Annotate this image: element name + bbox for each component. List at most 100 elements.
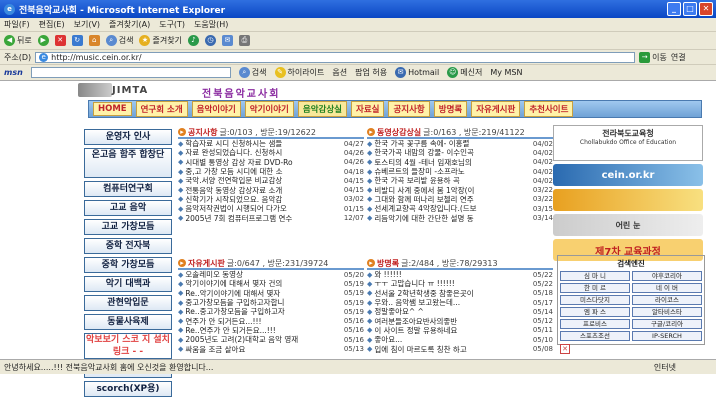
sidebar-item-instrument-encyclopedia[interactable]: 악기 대백과	[84, 276, 172, 292]
sidebar-item-computer-study[interactable]: 컴퓨터연구회	[84, 181, 172, 197]
nav-guestbook[interactable]: 방명록	[433, 101, 468, 117]
banner-3[interactable]: 어린 눈	[553, 214, 703, 236]
sidebar-item-score-plugin[interactable]: 악보보기 스코 지 설치 링크 - -	[84, 333, 172, 359]
list-item[interactable]: ◆ 싸움을 조금 살아요 05/13	[178, 344, 364, 354]
msn-search-button[interactable]: ⌕ 검색	[238, 67, 267, 78]
home-button[interactable]: ⌂	[88, 35, 100, 46]
list-item[interactable]: ◆ 신학기가 시작되었으요. 음악감 03/02	[178, 195, 364, 204]
list-item[interactable]: ◆ ㅜㅜ 고맙습니다 ㅠ !!!!!! 05/22	[367, 279, 553, 288]
nav-notice[interactable]: 공지사항	[388, 101, 430, 117]
links-label[interactable]: 연결	[671, 52, 686, 63]
forward-button[interactable]: ▶	[37, 35, 49, 46]
list-item[interactable]: ◆ 2005년 7회 컴퓨터프로그램 연수 12/07	[178, 213, 364, 223]
list-item[interactable]: ◆ 우와.. 음악쌤 보고왔는데... 05/17	[367, 298, 553, 307]
nav-music-story[interactable]: 음악이야기	[191, 101, 241, 117]
list-item[interactable]: ◆ 자료 완성되었습니다. 신청하시 04/26	[178, 148, 364, 157]
mail-button[interactable]: ✉	[221, 35, 233, 46]
list-item[interactable]: ◆ Re..악기이야기에 대해서 몇자 05/19	[178, 289, 364, 298]
sidebar-item-scorchxp[interactable]: scorch(XP용)	[84, 381, 172, 397]
search-button[interactable]: ⌕ 검색	[105, 35, 133, 46]
search-engine-link[interactable]: 프로비스	[560, 319, 630, 329]
list-item[interactable]: ◆ 악기이야기에 대해서 몇자 건의 05/19	[178, 279, 364, 288]
cein-banner[interactable]: cein.or.kr	[553, 164, 703, 186]
list-item[interactable]: ◆ 좋아요... 05/10	[367, 335, 553, 344]
list-item[interactable]: ◆ 한국 가곡 보리밭 윤용하 곡 04/02	[367, 176, 553, 185]
list-item[interactable]: ◆ 한국 가곡 꽃구름 속에- 이홍렬 04/02	[367, 139, 553, 148]
list-item[interactable]: ◆ 이 사이트 정말 유용하네요 05/11	[367, 326, 553, 335]
sidebar-item-carnival-animals[interactable]: 동물사육제	[84, 314, 172, 330]
search-engine-link[interactable]: 알타비스타	[632, 307, 702, 317]
banner-2[interactable]	[553, 189, 703, 211]
list-item[interactable]: ◆ 연주가 안 되거든요...!!! 05/16	[178, 316, 364, 326]
print-button[interactable]: ⎙	[238, 35, 250, 46]
sidebar-item-middle-ebook[interactable]: 중학 전자북	[84, 238, 172, 254]
sidebar-item-greeting[interactable]: 운영자 인사	[84, 129, 172, 145]
msn-options-button[interactable]: 옵션	[332, 67, 347, 78]
sidebar-item-choir[interactable]: 온고음 함주 합창단	[84, 148, 172, 178]
search-engine-link[interactable]: 한 미 르	[560, 283, 630, 293]
search-engine-link[interactable]: 라이코스	[632, 295, 702, 305]
menu-favorites[interactable]: 즐겨찾기(A)	[109, 19, 150, 30]
close-icon[interactable]: ✕	[560, 344, 570, 354]
list-item[interactable]: ◆ 비발디 사계 중에서 봄 1악장(이 03/22	[367, 185, 553, 195]
nav-free-board[interactable]: 자유게시판	[471, 101, 521, 117]
list-item[interactable]: ◆ Re..중고가창모듬을 구입하고자 05/19	[178, 307, 364, 316]
menu-edit[interactable]: 편집(E)	[39, 19, 65, 30]
list-item[interactable]: ◆ 오솔레미오 동영상 05/20	[178, 270, 364, 279]
sidebar-item-orchestra-intro[interactable]: 관현악입문	[84, 295, 172, 311]
msn-search-input[interactable]	[30, 67, 231, 78]
list-item[interactable]: ◆ 토스티의 4월 -테너 임재호님의 04/02	[367, 158, 553, 167]
go-button[interactable]: → 이동	[639, 51, 667, 63]
history-button[interactable]: ◷	[204, 35, 216, 46]
msn-logo[interactable]: msn	[4, 68, 23, 77]
sidebar-item-high-singing[interactable]: 고교 가창모듬	[84, 219, 172, 235]
minimize-button[interactable]: _	[667, 2, 681, 16]
menu-file[interactable]: 파일(F)	[4, 19, 30, 30]
list-item[interactable]: ◆ 중,고 가창 모듬 시디에 대한 소 04/18	[178, 167, 364, 176]
media-button[interactable]: ♪	[187, 35, 199, 46]
search-engine-link[interactable]: IP-SERCH	[632, 331, 702, 341]
list-item[interactable]: ◆ 선서울 2학년학생중 참좋은곳이 05/18	[367, 289, 553, 298]
list-item[interactable]: ◆ 전통음악 동영상 감상자료 소개 04/15	[178, 185, 364, 195]
search-engine-link[interactable]: 네 이 버	[632, 283, 702, 293]
list-item[interactable]: ◆ 정말좋아요^ ^ 05/14	[367, 307, 553, 316]
menu-tools[interactable]: 도구(T)	[159, 19, 185, 30]
nav-archive[interactable]: 자료실	[351, 101, 385, 117]
refresh-button[interactable]: ↻	[71, 35, 83, 46]
list-item[interactable]: ◆ 리듬악기에 대한 간단한 설명 동 03/14	[367, 213, 553, 223]
list-item[interactable]: ◆ 입에 침이 마르도록 칭찬 하고 05/08	[367, 344, 553, 354]
edu-office-banner[interactable]: 전라북도교육청 Chollabukdo Office of Education	[553, 125, 703, 161]
list-item[interactable]: ◆ 와 !!!!!! 05/22	[367, 270, 553, 279]
list-item[interactable]: ◆ Re..연주가 안 되거든요...!!! 05/16	[178, 326, 364, 335]
list-item[interactable]: ◆ 그대와 함께 떠나리 보첼리 연주 03/22	[367, 195, 553, 204]
back-button[interactable]: ◀ 뒤로	[4, 35, 32, 46]
search-engine-link[interactable]: 스포츠조선	[560, 331, 630, 341]
nav-instrument-story[interactable]: 악기이야기	[244, 101, 294, 117]
menu-view[interactable]: 보기(V)	[74, 19, 100, 30]
list-item[interactable]: ◆ 슈베르트의 들장미 -소프라노 04/02	[367, 167, 553, 176]
notice-panel-header[interactable]: ▸ 공지사항 글:0/103 , 방문:19/12622	[178, 127, 364, 139]
sidebar-item-high-music[interactable]: 고교 음악	[84, 200, 172, 216]
msn-mymsn-button[interactable]: My MSN	[490, 68, 522, 77]
list-item[interactable]: ◆ 학습자료 시디 신청하시는 샘들 04/27	[178, 139, 364, 148]
list-item[interactable]: ◆ 국악.서양 전연학입문 비교감상 04/15	[178, 176, 364, 185]
close-button[interactable]: ✕	[699, 2, 713, 16]
menu-help[interactable]: 도움말(H)	[194, 19, 228, 30]
guestbook-panel-header[interactable]: ▸ 방명록 글:2/484 , 방문:78/29313	[367, 258, 553, 270]
music-panel-header[interactable]: ▸ 동영상감상실 글:0/163 , 방문:219/41122	[367, 127, 553, 139]
list-item[interactable]: ◆ 선세계교향곡 4악장입니다.(드보 03/15	[367, 204, 553, 213]
free-board-panel-header[interactable]: ▸ 자유게시판 글:0/647 , 방문:231/39724	[178, 258, 364, 270]
search-engine-link[interactable]: 엠 파 스	[560, 307, 630, 317]
site-logo[interactable]: JIMTA	[112, 85, 172, 97]
list-item[interactable]: ◆ 여러분들조아요반사의좋반 05/12	[367, 316, 553, 326]
nav-about[interactable]: 연구회 소개	[135, 101, 188, 117]
search-engine-link[interactable]: 심 마 니	[560, 271, 630, 281]
search-engine-link[interactable]: 야후코리아	[632, 271, 702, 281]
search-engine-link[interactable]: 구글/코리아	[632, 319, 702, 329]
maximize-button[interactable]: □	[683, 2, 697, 16]
list-item[interactable]: ◆ 중고가창모듬을 구입하고자합니 05/19	[178, 298, 364, 307]
msn-popup-button[interactable]: 팝업 허용	[355, 67, 387, 78]
list-item[interactable]: ◆ 시대별 통영상 감상 자료 DVD-Ro 04/26	[178, 158, 364, 167]
list-item[interactable]: ◆ 음악저작권법이 시행되어 다가오 01/15	[178, 204, 364, 213]
list-item[interactable]: ◆ 2005년도 고려(2)대학교 음악 영재 05/16	[178, 335, 364, 344]
